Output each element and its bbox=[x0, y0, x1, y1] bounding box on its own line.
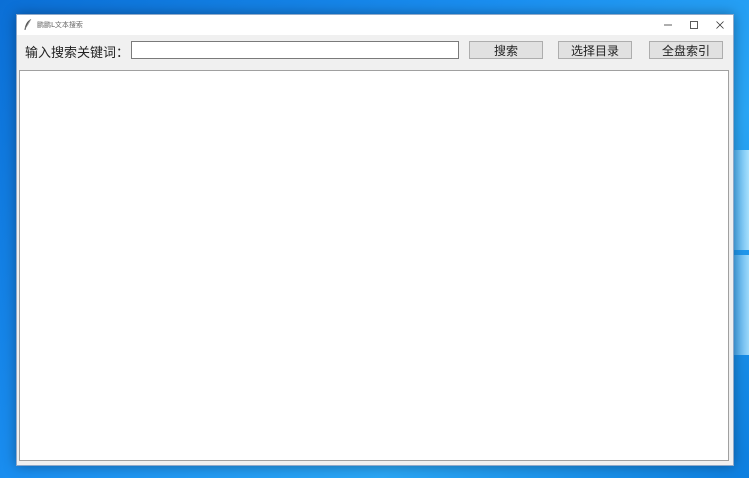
window-controls bbox=[655, 15, 733, 35]
results-text-area[interactable] bbox=[19, 70, 729, 461]
select-directory-button[interactable]: 选择目录 bbox=[558, 41, 632, 59]
minimize-icon[interactable] bbox=[655, 15, 681, 35]
close-icon[interactable] bbox=[707, 15, 733, 35]
search-keyword-label: 输入搜索关键词： bbox=[25, 46, 130, 61]
search-input[interactable] bbox=[131, 41, 459, 59]
search-button[interactable]: 搜索 bbox=[469, 41, 543, 59]
app-window: 鹏鹏L文本搜索 输入搜索关键词： 搜索 选择目录 全盘索引 bbox=[16, 14, 734, 466]
search-toolbar: 输入搜索关键词： 搜索 选择目录 全盘索引 bbox=[17, 35, 733, 71]
feather-icon bbox=[21, 18, 35, 32]
window-title: 鹏鹏L文本搜索 bbox=[37, 21, 83, 29]
maximize-icon[interactable] bbox=[681, 15, 707, 35]
title-bar[interactable]: 鹏鹏L文本搜索 bbox=[17, 15, 733, 35]
full-disk-index-button[interactable]: 全盘索引 bbox=[649, 41, 723, 59]
